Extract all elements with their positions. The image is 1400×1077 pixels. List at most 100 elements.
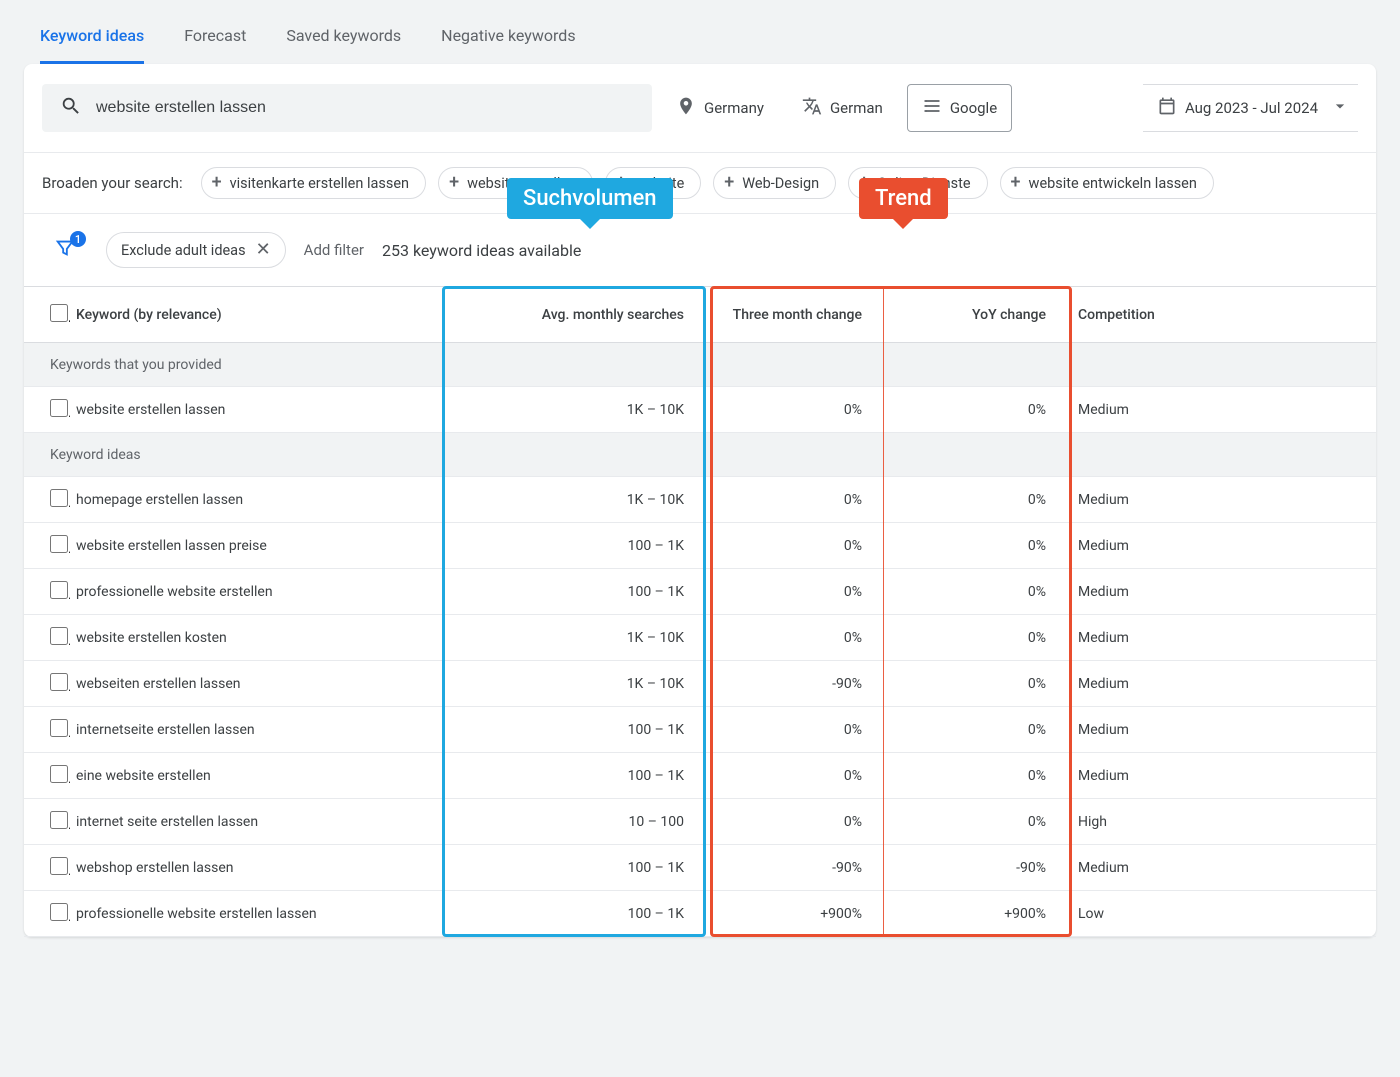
col-avg-header[interactable]: Avg. monthly searches (440, 287, 706, 343)
cell-avg: 1K – 10K (440, 387, 706, 433)
cell-yoy: 0% (882, 707, 1068, 753)
cell-keyword: website erstellen kosten (70, 615, 440, 661)
daterange-selector[interactable]: Aug 2023 - Jul 2024 (1143, 84, 1358, 132)
suggest-chip[interactable]: +Web-Design (713, 167, 836, 199)
select-all-checkbox[interactable] (50, 304, 68, 322)
section-row: Keyword ideas (24, 433, 1376, 477)
keyword-table: Keyword (by relevance) Avg. monthly sear… (24, 286, 1376, 937)
cell-comp: Medium (1068, 845, 1376, 891)
row-checkbox[interactable] (50, 673, 68, 691)
keyword-count: 253 keyword ideas available (382, 241, 581, 260)
table-row[interactable]: webshop erstellen lassen100 – 1K-90%-90%… (24, 845, 1376, 891)
add-filter-button[interactable]: Add filter (304, 241, 364, 259)
table-row[interactable]: internetseite erstellen lassen100 – 1K0%… (24, 707, 1376, 753)
search-box[interactable] (42, 84, 652, 132)
row-checkbox[interactable] (50, 811, 68, 829)
calendar-icon (1157, 96, 1177, 120)
network-label: Google (950, 99, 997, 117)
cell-3mo: 0% (706, 569, 882, 615)
cell-yoy: 0% (882, 523, 1068, 569)
cell-keyword: homepage erstellen lassen (70, 477, 440, 523)
cell-3mo: 0% (706, 615, 882, 661)
tab-keyword-ideas[interactable]: Keyword ideas (40, 8, 144, 64)
table-row[interactable]: webseiten erstellen lassen1K – 10K-90%0%… (24, 661, 1376, 707)
cell-avg: 100 – 1K (440, 523, 706, 569)
cell-keyword: website erstellen lassen preise (70, 523, 440, 569)
cell-yoy: 0% (882, 753, 1068, 799)
cell-3mo: 0% (706, 387, 882, 433)
col-yoy-header[interactable]: YoY change (882, 287, 1068, 343)
table-row[interactable]: website erstellen lassen1K – 10K0%0%Medi… (24, 387, 1376, 433)
row-checkbox[interactable] (50, 581, 68, 599)
cell-3mo: 0% (706, 799, 882, 845)
filter-button[interactable]: 1 (42, 237, 88, 263)
chevron-down-icon (1330, 96, 1350, 120)
location-selector[interactable]: Germany (662, 84, 778, 132)
cell-3mo: 0% (706, 707, 882, 753)
col-comp-header[interactable]: Competition (1068, 287, 1376, 343)
row-checkbox[interactable] (50, 535, 68, 553)
tab-saved-keywords[interactable]: Saved keywords (286, 8, 401, 64)
cell-comp: Low (1068, 891, 1376, 937)
tabs: Keyword ideas Forecast Saved keywords Ne… (0, 0, 1400, 64)
filter-row: 1 Exclude adult ideas ✕ Add filter 253 k… (24, 214, 1376, 286)
table-row[interactable]: professionelle website erstellen100 – 1K… (24, 569, 1376, 615)
table-row[interactable]: website erstellen lassen preise100 – 1K0… (24, 523, 1376, 569)
cell-comp: Medium (1068, 477, 1376, 523)
table-row[interactable]: website erstellen kosten1K – 10K0%0%Medi… (24, 615, 1376, 661)
cell-avg: 1K – 10K (440, 615, 706, 661)
table-row[interactable]: internet seite erstellen lassen10 – 1000… (24, 799, 1376, 845)
suggest-text: Web-Design (742, 175, 819, 192)
cell-3mo: +900% (706, 891, 882, 937)
table-row[interactable]: eine website erstellen100 – 1K0%0%Medium (24, 753, 1376, 799)
cell-3mo: 0% (706, 477, 882, 523)
annotation-trend: Trend (859, 178, 948, 219)
cell-avg: 100 – 1K (440, 707, 706, 753)
cell-yoy: 0% (882, 387, 1068, 433)
cell-yoy: 0% (882, 661, 1068, 707)
row-checkbox[interactable] (50, 627, 68, 645)
close-icon[interactable]: ✕ (256, 241, 271, 259)
suggest-chip[interactable]: +website entwickeln lassen (1000, 167, 1214, 199)
broaden-label: Broaden your search: (42, 174, 183, 192)
table-wrap: Keyword (by relevance) Avg. monthly sear… (24, 286, 1376, 937)
col-keyword-header[interactable]: Keyword (by relevance) (70, 287, 440, 343)
row-checkbox[interactable] (50, 765, 68, 783)
row-checkbox[interactable] (50, 719, 68, 737)
row-checkbox[interactable] (50, 399, 68, 417)
suggest-chip[interactable]: +visitenkarte erstellen lassen (201, 167, 426, 199)
cell-avg: 10 – 100 (440, 799, 706, 845)
row-checkbox[interactable] (50, 489, 68, 507)
filter-count-badge: 1 (70, 231, 86, 247)
network-icon (922, 96, 942, 120)
cell-yoy: 0% (882, 569, 1068, 615)
row-checkbox[interactable] (50, 903, 68, 921)
col-3mo-header[interactable]: Three month change (706, 287, 882, 343)
location-label: Germany (704, 99, 764, 117)
broaden-row: Broaden your search: +visitenkarte erste… (24, 153, 1376, 213)
filter-chip-exclude-adult[interactable]: Exclude adult ideas ✕ (106, 232, 286, 268)
row-checkbox[interactable] (50, 857, 68, 875)
cell-comp: Medium (1068, 753, 1376, 799)
cell-3mo: -90% (706, 661, 882, 707)
cell-3mo: 0% (706, 523, 882, 569)
cell-keyword: professionelle website erstellen (70, 569, 440, 615)
main-card: Germany German Google Aug 2023 - Jul 202… (24, 64, 1376, 937)
tab-negative-keywords[interactable]: Negative keywords (441, 8, 575, 64)
language-selector[interactable]: German (788, 84, 897, 132)
table-header-row: Keyword (by relevance) Avg. monthly sear… (24, 287, 1376, 343)
table-row[interactable]: professionelle website erstellen lassen1… (24, 891, 1376, 937)
table-row[interactable]: homepage erstellen lassen1K – 10K0%0%Med… (24, 477, 1376, 523)
cell-avg: 100 – 1K (440, 845, 706, 891)
cell-avg: 100 – 1K (440, 753, 706, 799)
cell-yoy: 0% (882, 799, 1068, 845)
search-input[interactable] (96, 99, 634, 117)
cell-keyword: webseiten erstellen lassen (70, 661, 440, 707)
suggest-text: visitenkarte erstellen lassen (230, 175, 409, 192)
cell-keyword: internetseite erstellen lassen (70, 707, 440, 753)
tab-forecast[interactable]: Forecast (184, 8, 246, 64)
cell-comp: High (1068, 799, 1376, 845)
cell-3mo: 0% (706, 753, 882, 799)
translate-icon (802, 96, 822, 120)
network-selector[interactable]: Google (907, 84, 1012, 132)
